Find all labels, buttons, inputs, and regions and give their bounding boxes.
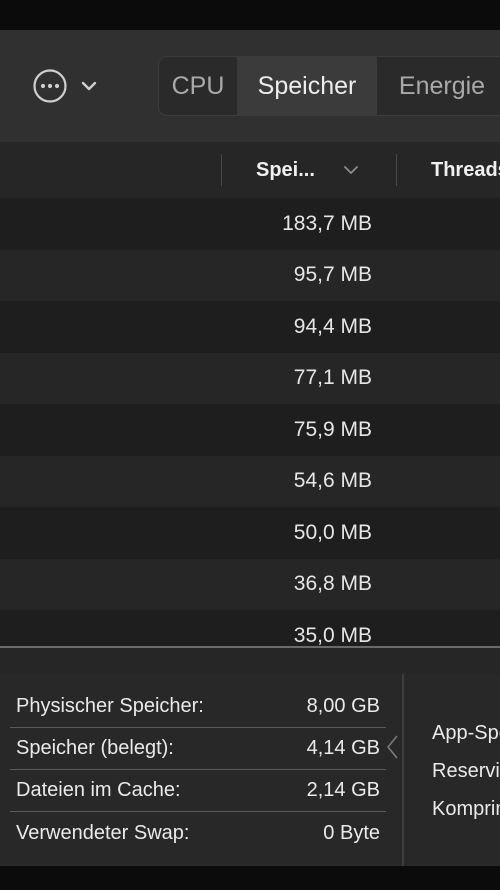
memory-cell: 75,9 MB [293, 417, 372, 441]
view-segmented-control: CPU Speicher Energie [158, 56, 500, 116]
stat-cached-files: Dateien im Cache: 2,14 GB [10, 770, 386, 812]
column-header-label: Threads [431, 158, 500, 181]
table-row[interactable]: 77,1 MB [0, 352, 500, 404]
process-table: 183,7 MB 95,7 MB 94,4 MB 77,1 MB 75,9 MB… [0, 198, 500, 646]
tab-memory[interactable]: Speicher [237, 57, 377, 115]
window-top-edge [0, 0, 500, 30]
chevron-down-icon [344, 166, 358, 174]
table-row[interactable]: 36,8 MB [0, 558, 500, 610]
table-row[interactable]: 35,0 MB [0, 610, 500, 646]
toolbar: CPU Speicher Energie [0, 30, 500, 143]
table-row[interactable]: 183,7 MB [0, 198, 500, 250]
chevron-down-icon [81, 81, 97, 91]
memory-cell: 77,1 MB [293, 366, 372, 390]
column-header-memory[interactable]: Spei... [256, 142, 380, 198]
memory-cell: 50,0 MB [293, 520, 372, 544]
memory-cell: 183,7 MB [282, 211, 372, 235]
stats-divider [402, 674, 404, 866]
wired-memory-label: Reserviert: [432, 759, 500, 782]
memory-breakdown: App-Speicher: Reserviert: Komprimiert: [432, 714, 500, 828]
more-actions-button[interactable] [32, 66, 112, 106]
tab-cpu[interactable]: CPU [159, 57, 237, 115]
stat-value: 4,14 GB [306, 737, 380, 759]
column-divider [221, 154, 222, 186]
stat-label: Verwendeter Swap: [16, 821, 190, 844]
tab-energy[interactable]: Energie [377, 57, 500, 115]
stat-swap-used: Verwendeter Swap: 0 Byte [10, 812, 386, 854]
stat-label: Speicher (belegt): [16, 737, 174, 759]
table-header: Spei... Threads [0, 142, 500, 199]
memory-cell: 94,4 MB [293, 314, 372, 338]
table-row[interactable]: 54,6 MB [0, 455, 500, 507]
stat-label: Physischer Speicher: [16, 695, 204, 717]
memory-cell: 95,7 MB [293, 263, 372, 287]
bracket-pointer-icon [387, 735, 398, 759]
stat-value: 8,00 GB [306, 695, 380, 717]
column-header-threads[interactable]: Threads [431, 142, 500, 198]
app-memory-label: App-Speicher: [432, 721, 500, 744]
column-divider [396, 154, 397, 186]
memory-cell: 35,0 MB [293, 623, 372, 646]
stat-label: Dateien im Cache: [16, 779, 181, 801]
column-header-label: Spei... [256, 158, 315, 181]
memory-cell: 36,8 MB [293, 572, 372, 596]
compressed-memory-label: Komprimiert: [432, 797, 500, 820]
memory-cell: 54,6 MB [293, 469, 372, 493]
memory-stats-panel: Physischer Speicher: 8,00 GB Speicher (b… [0, 674, 500, 866]
stat-value: 0 Byte [323, 821, 380, 844]
stat-memory-used: Speicher (belegt): 4,14 GB [10, 728, 386, 770]
ellipsis-circle-icon [33, 69, 67, 103]
window-bottom-edge [0, 866, 500, 890]
memory-stats-table: Physischer Speicher: 8,00 GB Speicher (b… [10, 686, 386, 854]
stats-separator [0, 646, 500, 674]
table-row[interactable]: 50,0 MB [0, 507, 500, 559]
table-row[interactable]: 95,7 MB [0, 249, 500, 301]
stat-physical-memory: Physischer Speicher: 8,00 GB [10, 686, 386, 728]
stat-value: 2,14 GB [306, 779, 380, 801]
table-row[interactable]: 94,4 MB [0, 301, 500, 353]
table-row[interactable]: 75,9 MB [0, 404, 500, 456]
